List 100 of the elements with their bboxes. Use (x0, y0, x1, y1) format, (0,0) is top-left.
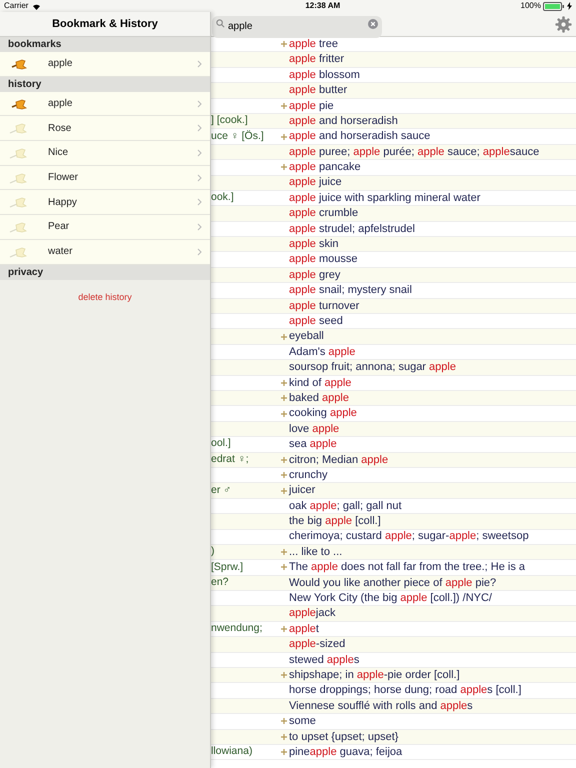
translation-text[interactable]: apple tree (289, 37, 338, 52)
translation-text[interactable]: apple and horseradish sauce (289, 128, 430, 145)
translation-text[interactable]: some (289, 713, 316, 730)
translation-text[interactable]: apple puree; apple purée; apple sauce; applesauce (289, 144, 540, 160)
plus-icon[interactable] (281, 749, 287, 756)
result-row[interactable]: en? Would you like another piece of apple pie? (211, 576, 576, 592)
translation-text[interactable]: eyeball (289, 328, 324, 345)
plus-icon[interactable] (281, 549, 287, 556)
translation-text[interactable]: sea apple (289, 436, 337, 453)
translation-text[interactable]: apple juice with sparkling mineral water (289, 190, 480, 206)
plus-icon[interactable] (281, 380, 287, 386)
plus-icon[interactable] (281, 564, 287, 570)
result-row[interactable]: apple turnover (211, 298, 576, 314)
translation-text[interactable]: Would you like another piece of apple pie? (289, 574, 496, 592)
result-row[interactable]: New York City (the big apple [coll.]) /NYC/ (211, 591, 576, 606)
plus-icon[interactable] (281, 672, 287, 678)
translation-text[interactable]: stewed apples (289, 652, 360, 668)
history-item[interactable]: Flower (0, 166, 210, 190)
translation-text[interactable]: applet (289, 620, 319, 638)
result-row[interactable]: nwendung; applet (211, 622, 576, 638)
result-row[interactable]: Viennese soufflé with rolls and apples (211, 698, 576, 714)
result-row[interactable]: Adam's apple (211, 344, 576, 360)
result-row[interactable]: apple fritter (211, 52, 576, 68)
translation-text[interactable]: cooking apple (289, 405, 357, 422)
result-row[interactable]: ool.] sea apple (211, 437, 576, 453)
result-row[interactable]: ] [cook.] apple and horseradish (211, 114, 576, 130)
result-row[interactable]: applejack (211, 606, 576, 622)
clear-icon[interactable] (368, 19, 378, 29)
translation-text[interactable]: pineapple guava; feijoa (289, 744, 402, 760)
translation-text[interactable]: apple juice (289, 174, 342, 191)
translation-text[interactable]: apple fritter (289, 51, 344, 68)
translation-text[interactable]: to upset {upset; upset} (289, 728, 398, 746)
result-row[interactable]: kind of apple (211, 376, 576, 391)
translation-text[interactable]: apple butter (289, 82, 348, 99)
translation-text[interactable]: juicer (289, 482, 316, 499)
translation-text[interactable]: kind of apple (289, 374, 352, 392)
translation-text[interactable]: ... like to ... (289, 544, 342, 560)
result-row[interactable]: [Sprw.] The apple does not fall far from the tree.; He is a (211, 560, 576, 576)
plus-icon[interactable] (281, 626, 287, 632)
plus-icon[interactable] (281, 164, 287, 170)
result-row[interactable]: ook.] apple juice with sparkling mineral water (211, 190, 576, 206)
result-row[interactable]: apple grey (211, 268, 576, 284)
result-row[interactable]: edrat ♀; citron; Median apple (211, 452, 576, 468)
result-row[interactable]: apple butter (211, 83, 576, 99)
translation-text[interactable]: apple snail; mystery snail (289, 282, 412, 299)
result-row[interactable]: apple pie (211, 98, 576, 114)
translation-text[interactable]: applejack (289, 605, 336, 622)
translation-text[interactable]: the big apple [coll.] (289, 513, 381, 530)
plus-icon[interactable] (281, 472, 287, 478)
translation-text[interactable]: apple skin (289, 236, 339, 253)
plus-icon[interactable] (281, 456, 287, 463)
result-row[interactable]: apple skin (211, 237, 576, 252)
plus-icon[interactable] (281, 410, 287, 417)
result-row[interactable]: llowiana) pineapple guava; feijoa (211, 744, 576, 760)
history-item[interactable]: Rose (0, 116, 210, 142)
translation-text[interactable]: apple turnover (289, 298, 360, 314)
translation-text[interactable]: Viennese soufflé with rolls and apples (289, 698, 473, 714)
history-item[interactable]: Nice (0, 141, 210, 166)
translation-text[interactable]: apple mousse (289, 251, 358, 268)
result-row[interactable]: apple crumble (211, 206, 576, 222)
result-row[interactable]: apple seed (211, 314, 576, 330)
result-row[interactable]: apple blossom (211, 68, 576, 84)
translation-text[interactable]: apple crumble (289, 205, 358, 222)
result-row[interactable]: apple mousse (211, 252, 576, 268)
result-row[interactable]: crunchy (211, 468, 576, 484)
result-row[interactable]: er ♂ juicer (211, 483, 576, 499)
plus-icon[interactable] (281, 134, 287, 140)
translation-text[interactable]: apple-sized (289, 636, 346, 653)
result-row[interactable]: love apple (211, 422, 576, 438)
history-item[interactable]: apple (0, 52, 210, 77)
result-row[interactable]: uce ♀ [Ös.] apple and horseradish sauce (211, 129, 576, 145)
plus-icon[interactable] (281, 334, 287, 340)
result-row[interactable]: apple-sized (211, 637, 576, 653)
translation-text[interactable]: The apple does not fall far from the tree.; He is a (289, 559, 526, 576)
result-row[interactable]: apple tree (211, 37, 576, 52)
translation-text[interactable]: baked apple (289, 390, 349, 406)
plus-icon[interactable] (281, 395, 287, 402)
result-row[interactable]: baked apple (211, 390, 576, 406)
result-row[interactable]: apple strudel; apfelstrudel (211, 222, 576, 238)
translation-text[interactable]: New York City (the big apple [coll.]) /NYC/ (289, 590, 492, 607)
result-row[interactable]: apple pancake (211, 160, 576, 176)
translation-text[interactable]: Adam's apple (289, 344, 356, 360)
history-item[interactable]: apple (0, 92, 210, 116)
history-item[interactable]: Happy (0, 190, 210, 216)
translation-text[interactable]: apple pie (289, 98, 334, 114)
result-row[interactable]: shipshape; in apple-pie order [coll.] (211, 668, 576, 684)
result-row[interactable]: cooking apple (211, 406, 576, 422)
translation-text[interactable]: cherimoya; custard apple; sugar-apple; sweetsop (289, 528, 529, 545)
plus-icon[interactable] (281, 102, 287, 109)
plus-icon[interactable] (281, 488, 287, 494)
delete-history-button[interactable]: delete history (78, 290, 132, 304)
translation-text[interactable]: apple strudel; apfelstrudel (289, 220, 415, 238)
history-item[interactable]: Pear (0, 215, 210, 240)
search-field[interactable]: apple (212, 16, 382, 38)
result-row[interactable]: apple juice (211, 176, 576, 191)
translation-text[interactable]: apple blossom (289, 66, 360, 84)
result-row[interactable]: horse droppings; horse dung; road apples [coll.] (211, 683, 576, 699)
settings-icon[interactable] (555, 16, 572, 32)
result-row[interactable]: to upset {upset; upset} (211, 730, 576, 745)
translation-text[interactable]: oak apple; gall; gall nut (289, 498, 402, 514)
